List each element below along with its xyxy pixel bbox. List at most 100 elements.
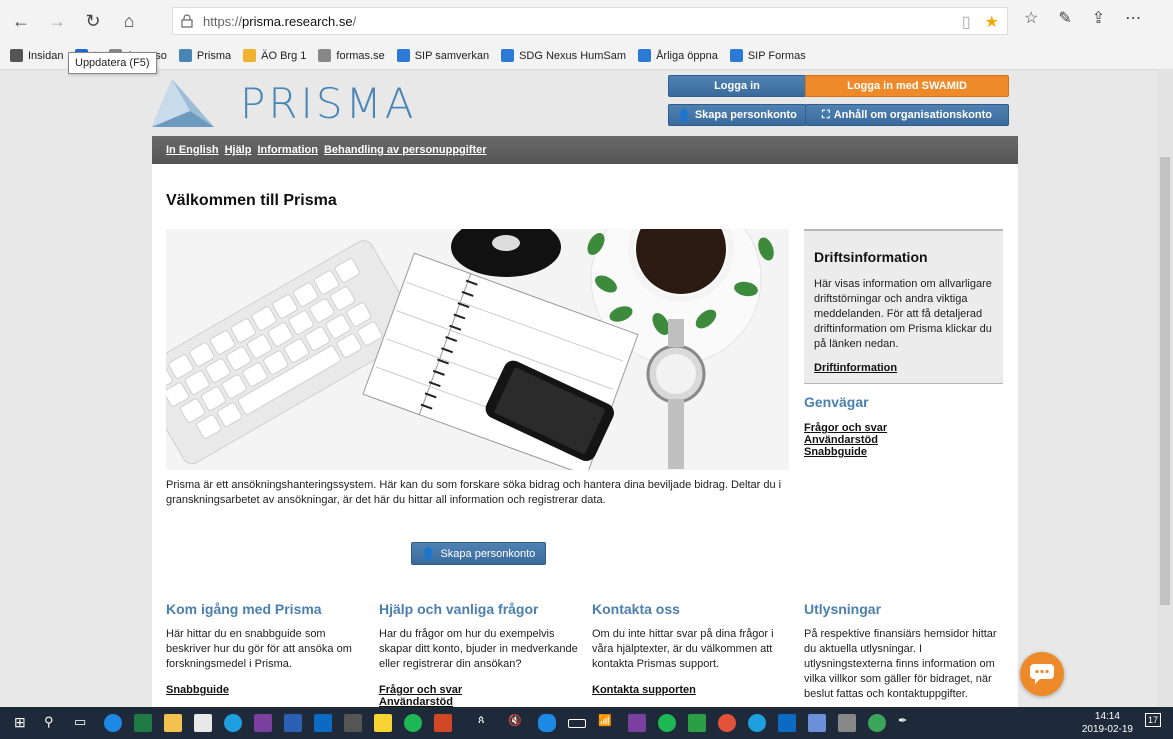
favorite-icon	[243, 49, 257, 62]
pen-icon[interactable]: ✎	[1058, 8, 1071, 28]
shortcut-link[interactable]: Användarstöd	[804, 434, 1004, 446]
main-menu: In English Hjälp Information Behandling …	[152, 136, 1018, 164]
shortcuts-section: Genvägar Frågor och svar Användarstöd Sn…	[804, 394, 1004, 458]
page-viewport: PRISMA Logga in Logga in med SWAMID 👤 Ska…	[0, 71, 1173, 707]
favorite-label: ÄO Brg 1	[261, 49, 307, 62]
favorites-bar: InsidantAgressoPrismaÄO Brg 1formas.seSI…	[0, 42, 1173, 70]
powerpoint-icon[interactable]	[434, 714, 452, 732]
favorite-label: SIP Formas	[747, 49, 806, 62]
reading-view-icon[interactable]: ▯	[962, 12, 971, 32]
volume-icon[interactable]: 🔇	[508, 714, 526, 732]
favorite-label: Årliga öppna	[656, 49, 718, 62]
favorite-item[interactable]: SIP Formas	[729, 49, 806, 62]
user-icon: 👤	[421, 548, 436, 560]
tray-pen-icon[interactable]: ✒	[898, 714, 916, 732]
task-view-icon[interactable]: ▭	[74, 714, 92, 732]
drift-link[interactable]: Driftinformation	[814, 362, 897, 374]
column-utlysningar: Utlysningar På respektive finansiärs hem…	[804, 601, 1004, 707]
tray-app-icon[interactable]	[838, 714, 856, 732]
spotify-icon[interactable]	[404, 714, 422, 732]
more-icon[interactable]: ⋯	[1125, 8, 1141, 28]
shortcuts-title: Genvägar	[804, 394, 869, 410]
tray-onenote-icon[interactable]	[628, 714, 646, 732]
login-button[interactable]: Logga in	[668, 75, 806, 97]
shortcut-link[interactable]: Frågor och svar	[804, 422, 1004, 434]
drift-title: Driftsinformation	[814, 249, 928, 265]
menu-information[interactable]: Information	[257, 144, 318, 156]
back-icon[interactable]: ←	[6, 6, 36, 36]
tray-mail-icon[interactable]	[688, 714, 706, 732]
shortcut-link[interactable]: Snabbguide	[804, 446, 1004, 458]
onenote-icon[interactable]	[254, 714, 272, 732]
notification-center-icon[interactable]: 17	[1143, 713, 1163, 733]
create-account-button[interactable]: 👤 Skapa personkonto	[668, 104, 806, 126]
menu-in-english[interactable]: In English	[166, 144, 219, 156]
onedrive-icon[interactable]	[538, 714, 556, 732]
home-icon[interactable]: ⌂	[114, 6, 144, 36]
favorite-item[interactable]: SDG Nexus HumSam	[501, 49, 626, 62]
scroll-thumb[interactable]	[1160, 157, 1170, 605]
clock-date: 2019-02-19	[1081, 724, 1133, 735]
create-account-cta-button[interactable]: 👤 Skapa personkonto	[411, 542, 546, 565]
org-account-button[interactable]: ⛶ Anhåll om organisationskonto	[805, 104, 1009, 126]
windows-taskbar: ⊞ ⚲ ▭ ጰ 🔇 📶 ✒ 14:14 2019-02-19 17	[0, 707, 1173, 739]
hero-image	[166, 229, 789, 470]
favorite-icon	[638, 49, 652, 62]
taskbar-clock[interactable]: 14:14 2019-02-19	[1082, 710, 1133, 736]
column-text: På respektive finansiärs hemsidor hittar…	[804, 628, 997, 700]
tray-skype-icon[interactable]	[748, 714, 766, 732]
favorite-item[interactable]: Insidan	[10, 49, 63, 62]
search-icon[interactable]: ⚲	[44, 714, 62, 732]
clock-time: 14:14	[1094, 711, 1120, 722]
favorite-icon	[729, 49, 743, 62]
favorite-item[interactable]: ÄO Brg 1	[243, 49, 306, 62]
word-icon[interactable]	[284, 714, 302, 732]
chat-icon[interactable]	[1020, 652, 1064, 696]
column-hjalp: Hjälp och vanliga frågor Har du frågor o…	[379, 601, 579, 707]
favorite-item[interactable]: Årliga öppna	[638, 49, 718, 62]
swamid-login-button[interactable]: Logga in med SWAMID	[805, 75, 1009, 97]
favorite-icon	[10, 49, 23, 62]
outlook-icon[interactable]	[314, 714, 332, 732]
calculator-icon[interactable]	[344, 714, 362, 732]
column-title: Kom igång med Prisma	[166, 601, 322, 617]
site-header: PRISMA Logga in Logga in med SWAMID 👤 Ska…	[152, 71, 1018, 136]
sticky-notes-icon[interactable]	[374, 714, 392, 732]
menu-hjalp[interactable]: Hjälp	[225, 144, 252, 156]
wifi-icon[interactable]: 📶	[598, 714, 616, 732]
column-link[interactable]: Frågor och svar	[379, 684, 579, 696]
excel-icon[interactable]	[134, 714, 152, 732]
skype-icon[interactable]	[224, 714, 242, 732]
column-kontakta: Kontakta oss Om du inte hittar svar på d…	[592, 601, 792, 696]
column-link[interactable]: Snabbguide	[166, 684, 366, 696]
menu-personuppgifter[interactable]: Behandling av personuppgifter	[324, 144, 487, 156]
battery-icon[interactable]	[568, 718, 586, 728]
store-icon[interactable]	[194, 714, 212, 732]
favorite-label: formas.se	[336, 49, 385, 62]
user-icon: 👤	[677, 109, 691, 122]
windows-start-icon[interactable]: ⊞	[14, 714, 32, 732]
refresh-icon[interactable]: ↻	[78, 6, 108, 36]
column-link[interactable]: Användarstöd	[379, 696, 579, 707]
favorite-item[interactable]: Prisma	[178, 49, 231, 62]
people-icon[interactable]: ጰ	[478, 714, 496, 732]
favorite-star-icon[interactable]: ★	[985, 12, 999, 32]
address-bar[interactable]: https://prisma.research.se/ ▯ ★	[172, 7, 1008, 35]
tray-update-icon[interactable]	[718, 714, 736, 732]
favorite-item[interactable]: SIP samverkan	[396, 49, 489, 62]
favorite-item[interactable]: formas.se	[318, 49, 385, 62]
tray-spotify-icon[interactable]	[658, 714, 676, 732]
share-icon[interactable]: ⇪	[1092, 8, 1105, 28]
tray-network-icon[interactable]	[808, 714, 826, 732]
favorites-icon[interactable]: ☆	[1024, 8, 1038, 28]
page-scrollbar[interactable]	[1157, 71, 1173, 707]
main-content: Välkommen till Prisma Prisma är ett ansö…	[152, 164, 1018, 707]
column-link[interactable]: Kontakta supporten	[592, 684, 792, 696]
file-explorer-icon[interactable]	[164, 714, 182, 732]
tray-chrome-icon[interactable]	[868, 714, 886, 732]
forward-icon[interactable]: →	[42, 6, 72, 36]
browser-toolbar: ← → ↻ ⌂ https://prisma.research.se/ ▯ ★ …	[0, 0, 1173, 42]
prisma-logo-icon[interactable]	[152, 77, 216, 129]
edge-icon[interactable]	[104, 714, 122, 732]
tray-outlook-icon[interactable]	[778, 714, 796, 732]
